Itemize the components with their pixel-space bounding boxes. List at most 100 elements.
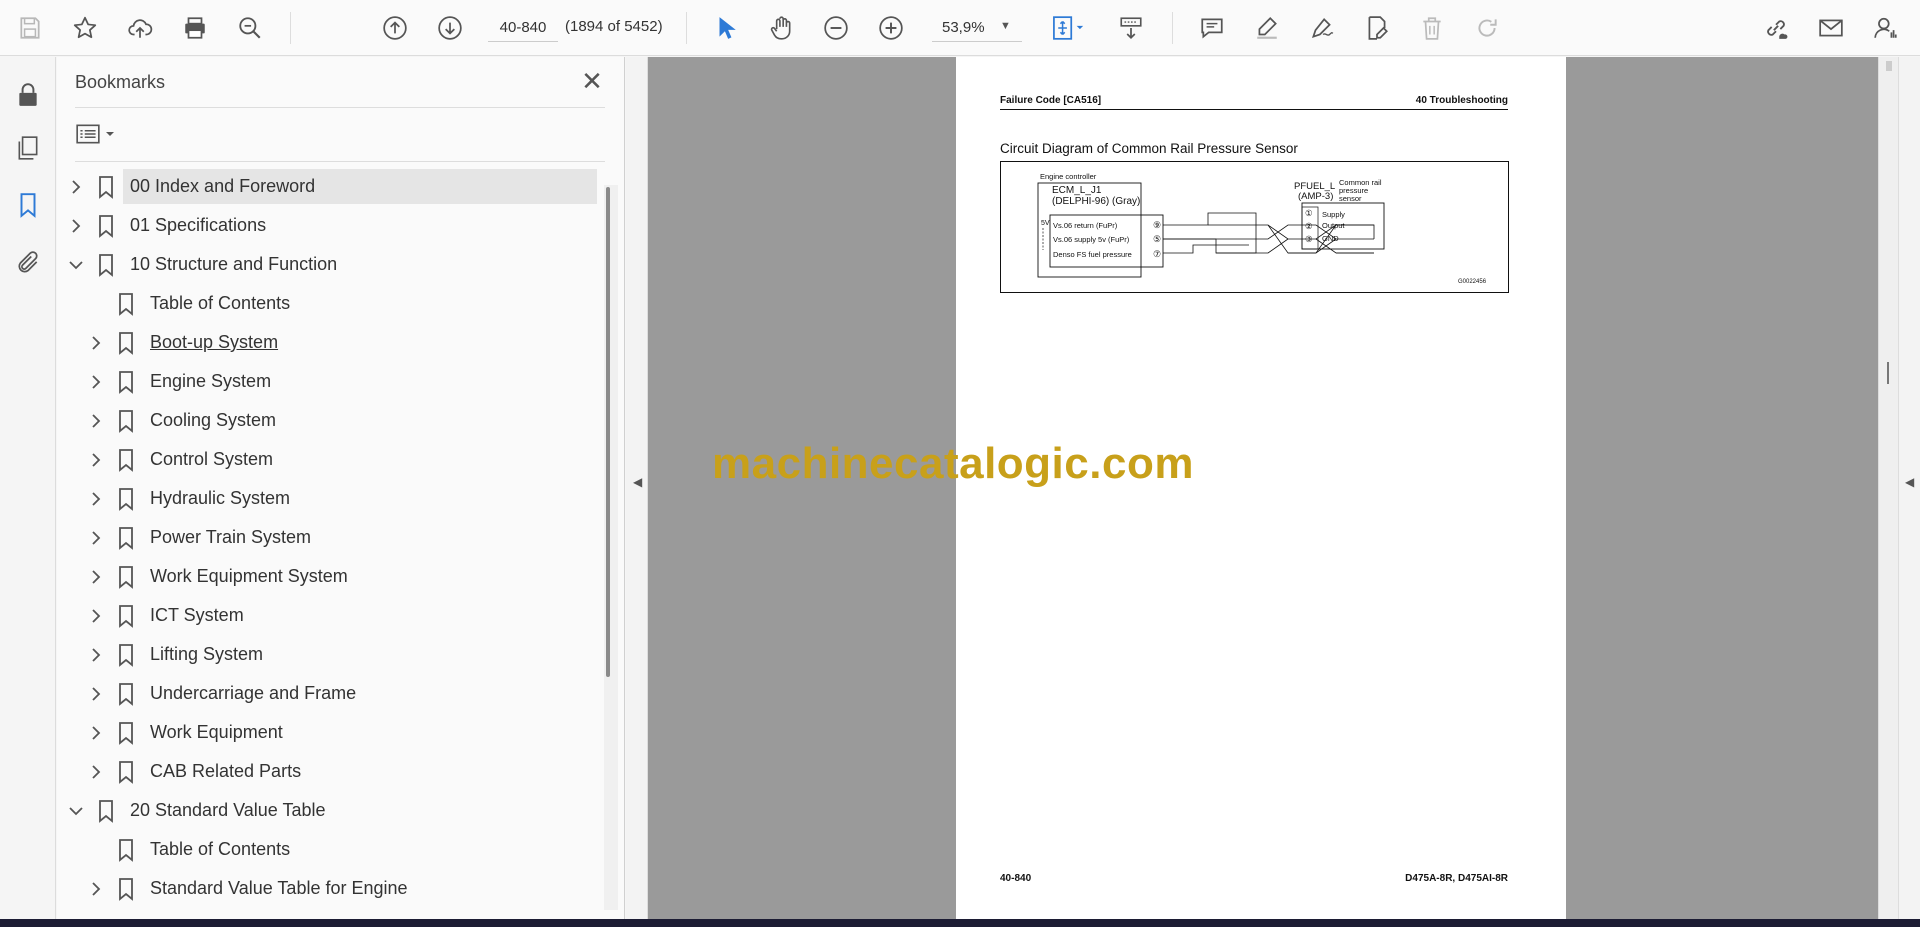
collapse-panel-handle[interactable]: ◀ <box>626 57 648 919</box>
bookmark-item[interactable]: Work Equipment System <box>57 559 597 595</box>
bookmark-item[interactable]: CAB Related Parts <box>57 754 597 790</box>
bookmark-item[interactable]: Engine System <box>57 364 597 400</box>
sign-icon[interactable] <box>1304 10 1340 46</box>
main-toolbar: (1894 of 5452) 53,9% ▼ <box>0 0 1920 56</box>
hand-icon[interactable] <box>763 10 799 46</box>
redo-icon[interactable] <box>1469 10 1505 46</box>
page-down-icon[interactable] <box>432 10 468 46</box>
bookmark-item[interactable]: ICT System <box>57 598 597 634</box>
document-viewport[interactable]: Failure Code [CA516] 40 Troubleshooting … <box>648 57 1878 919</box>
chevron-right-icon[interactable] <box>67 178 85 196</box>
chevron-right-icon[interactable] <box>87 451 105 469</box>
page-footer-left: 40-840 <box>1000 873 1032 884</box>
chevron-down-icon[interactable] <box>67 802 85 820</box>
zoom-out-icon[interactable] <box>818 10 854 46</box>
bookmarks-panel-icon[interactable] <box>10 187 46 223</box>
chevron-right-icon[interactable] <box>87 685 105 703</box>
edit-pdf-icon[interactable] <box>1359 10 1395 46</box>
document-scrollbar[interactable] <box>1878 57 1898 919</box>
bookmark-options-button[interactable] <box>75 119 127 149</box>
chevron-right-icon[interactable] <box>87 529 105 547</box>
zoom-dropdown-icon[interactable]: ▼ <box>1000 20 1011 32</box>
bookmark-item[interactable]: Lifting System <box>57 637 597 673</box>
pin-num-right-3: ③ <box>1305 234 1313 244</box>
pin-num-right-2: ② <box>1305 221 1313 231</box>
star-icon[interactable] <box>67 10 103 46</box>
bookmark-item[interactable]: Standard Value Table for Engine <box>57 871 597 907</box>
page-number-input[interactable] <box>488 14 558 42</box>
bookmark-item[interactable]: Table of Contents <box>57 832 597 868</box>
bookmark-item[interactable]: Work Equipment <box>57 715 597 751</box>
chevron-right-icon[interactable] <box>87 334 105 352</box>
page-up-icon[interactable] <box>377 10 413 46</box>
bookmark-item[interactable]: 20 Standard Value Table <box>57 793 597 829</box>
share-link-icon[interactable] <box>1758 10 1794 46</box>
close-icon[interactable]: ✕ <box>577 67 607 97</box>
page-header-left: Failure Code [CA516] <box>1000 95 1102 106</box>
chevron-right-icon[interactable] <box>87 724 105 742</box>
zoom-in-icon[interactable] <box>873 10 909 46</box>
chevron-right-icon[interactable] <box>87 607 105 625</box>
pages-icon[interactable] <box>10 130 46 166</box>
chevron-right-icon[interactable] <box>87 880 105 898</box>
scroll-position-marker[interactable] <box>1887 362 1889 384</box>
bookmark-item[interactable]: 00 Index and Foreword <box>57 169 597 205</box>
upload-icon[interactable] <box>122 10 158 46</box>
bookmark-label: 20 Standard Value Table <box>130 800 326 820</box>
bookmark-icon <box>115 682 137 706</box>
select-cursor-icon[interactable] <box>708 10 744 46</box>
attachment-icon[interactable] <box>10 245 46 281</box>
delete-icon[interactable] <box>1414 10 1450 46</box>
bookmark-icon <box>95 214 117 238</box>
chevron-right-icon[interactable] <box>87 763 105 781</box>
bookmark-item[interactable]: Cooling System <box>57 403 597 439</box>
bookmark-item[interactable]: 10 Structure and Function <box>57 247 597 283</box>
panel-title: Bookmarks <box>75 72 166 92</box>
chevron-right-icon[interactable] <box>87 490 105 508</box>
bookmark-item[interactable]: Boot-up System <box>57 325 597 361</box>
chevron-right-icon[interactable] <box>87 646 105 664</box>
account-icon[interactable] <box>1868 10 1904 46</box>
engine-controller-label: Engine controller <box>1040 172 1097 181</box>
bookmark-item[interactable]: Hydraulic System <box>57 481 597 517</box>
zoom-level-value: 53,9% <box>942 19 985 36</box>
expand-right-icon[interactable]: ◀ <box>1905 475 1914 489</box>
chevron-right-icon[interactable] <box>87 373 105 391</box>
bookmark-item[interactable]: Undercarriage and Frame <box>57 676 597 712</box>
bookmark-label: Work Equipment System <box>150 566 348 586</box>
bookmark-item[interactable]: Power Train System <box>57 520 597 556</box>
bookmark-icon <box>115 409 137 433</box>
highlight-icon[interactable] <box>1249 10 1285 46</box>
bookmark-label: Boot-up System <box>150 332 279 352</box>
collapse-left-icon[interactable]: ◀ <box>633 475 642 489</box>
bookmark-icon <box>95 253 117 277</box>
bookmark-item[interactable]: Table of Contents <box>57 286 597 322</box>
diagram-title: Circuit Diagram of Common Rail Pressure … <box>1000 141 1298 156</box>
scroll-mode-icon[interactable] <box>1113 10 1149 46</box>
lock-icon[interactable] <box>10 77 46 113</box>
right-panel-handle[interactable]: ◀ <box>1898 57 1920 919</box>
document-scrollbar-thumb[interactable] <box>1886 61 1892 71</box>
watermark-text: machinecatalogic.com <box>712 439 1194 488</box>
fit-page-icon[interactable] <box>1044 10 1092 46</box>
pin-right-1: Supply <box>1322 210 1345 219</box>
chevron-right-icon[interactable] <box>87 568 105 586</box>
pin-left-1: Vs.06 return (FuPr) <box>1053 221 1118 230</box>
page-header-right: 40 Troubleshooting <box>1415 95 1508 106</box>
panel-scrollbar-thumb[interactable] <box>606 187 610 677</box>
chevron-right-icon[interactable] <box>67 217 85 235</box>
chevron-down-icon[interactable] <box>67 256 85 274</box>
search-zoom-icon[interactable] <box>232 10 268 46</box>
comment-icon[interactable] <box>1194 10 1230 46</box>
bookmark-label: Undercarriage and Frame <box>150 683 357 703</box>
mail-icon[interactable] <box>1813 10 1849 46</box>
bookmark-icon <box>115 877 137 901</box>
left-tool-rail <box>0 57 56 919</box>
bookmark-item[interactable]: Control System <box>57 442 597 478</box>
print-icon[interactable] <box>177 10 213 46</box>
ecm-label: ECM_L_J1 <box>1052 185 1102 196</box>
save-icon[interactable] <box>12 10 48 46</box>
bookmark-item[interactable]: 01 Specifications <box>57 208 597 244</box>
chevron-right-icon[interactable] <box>87 412 105 430</box>
bookmark-label: Hydraulic System <box>150 488 291 508</box>
